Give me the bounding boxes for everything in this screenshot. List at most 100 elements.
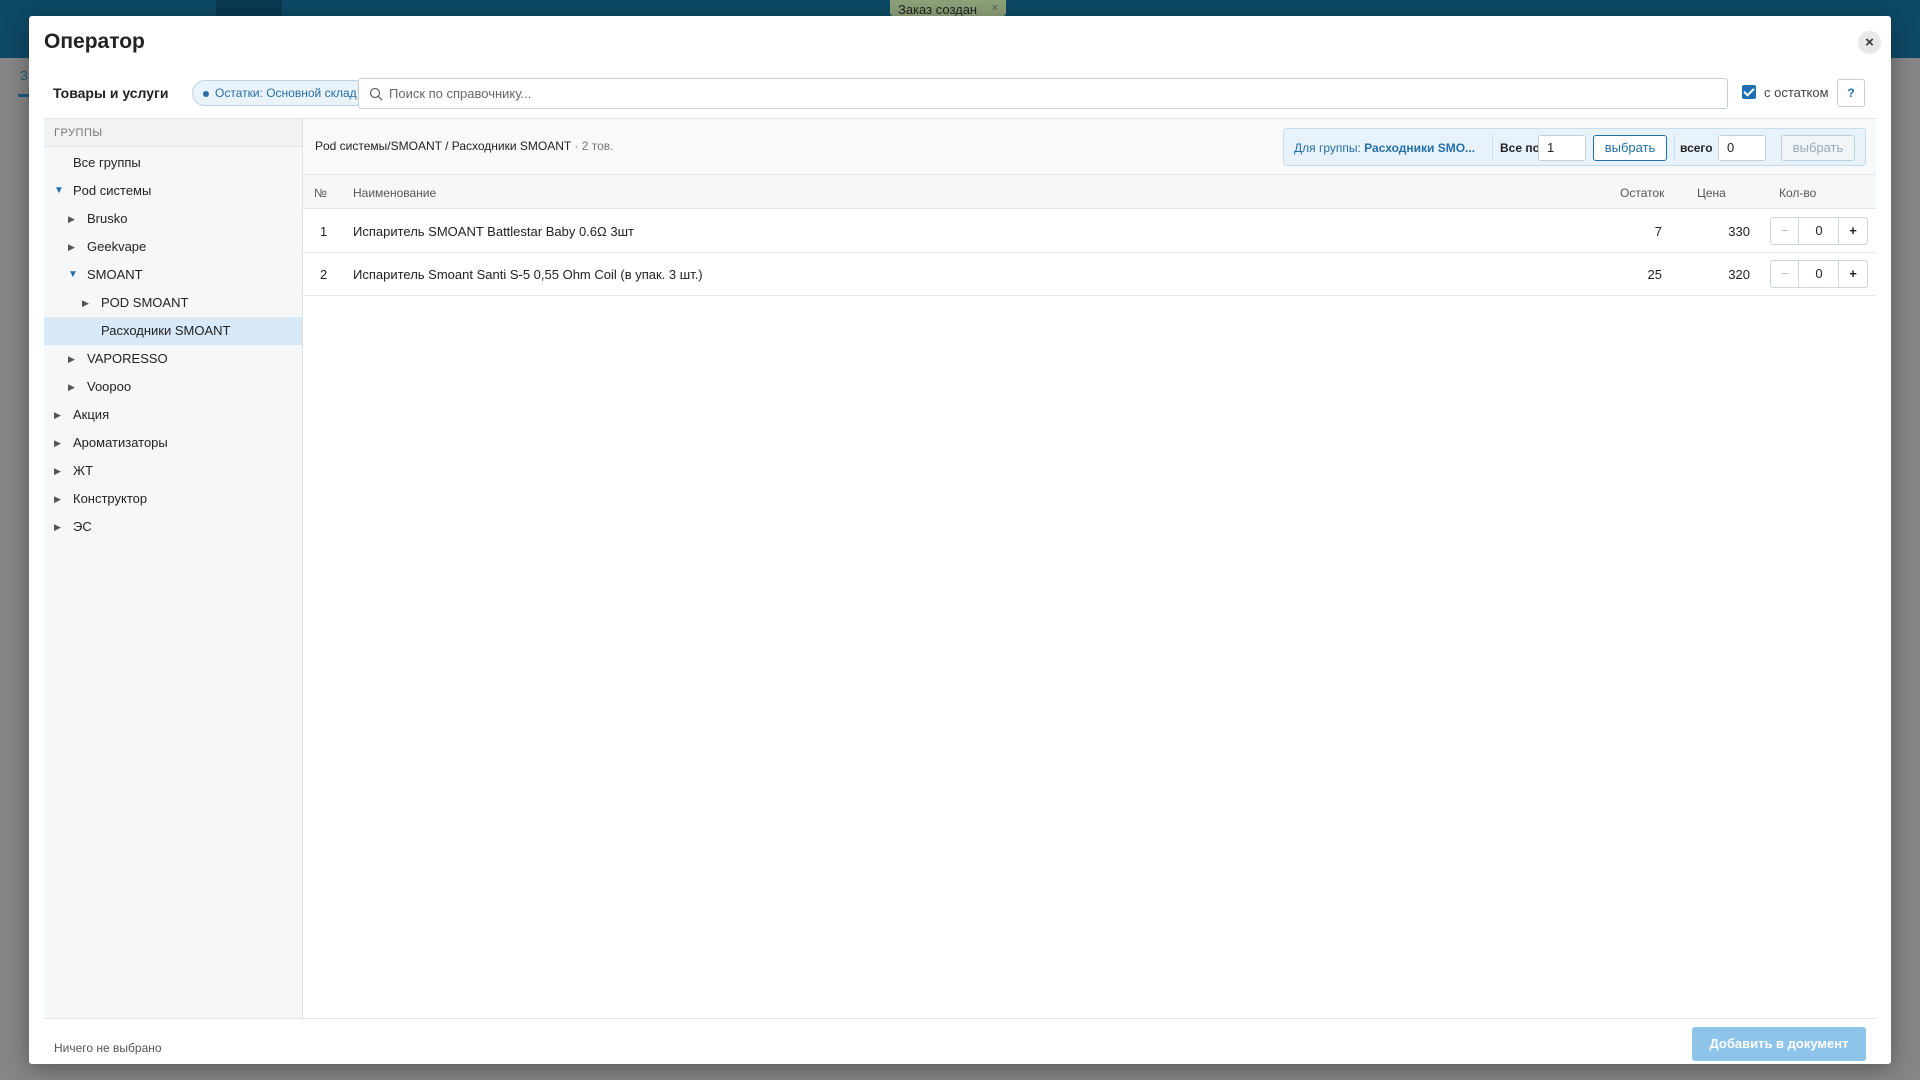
caret-right-icon[interactable]: ▶ <box>68 373 75 401</box>
sidebar-item[interactable]: ▶ VAPORESSO <box>44 345 302 373</box>
breadcrumb-path: Pod системы/SMOANT / Расходники SMOANT <box>315 139 572 153</box>
row-name: Испаритель Smoant Santi S-5 0,55 Ohm Coi… <box>353 267 703 282</box>
row-num: 2 <box>320 267 328 282</box>
row-price: 330 <box>1728 224 1750 239</box>
total-input[interactable]: 0 <box>1718 135 1766 161</box>
search-box[interactable] <box>358 78 1728 109</box>
dot-icon <box>203 91 209 97</box>
caret-down-icon[interactable]: ▼ <box>54 177 64 205</box>
help-button[interactable]: ? <box>1837 79 1865 107</box>
caret-right-icon[interactable]: ▶ <box>54 401 61 429</box>
with-stock-label[interactable]: с остатком <box>1764 85 1829 100</box>
caret-right-icon[interactable]: ▶ <box>54 429 61 457</box>
operator-modal: Оператор × Товары и услуги Остатки: Осно… <box>29 16 1891 1064</box>
caret-right-icon[interactable]: ▶ <box>68 205 75 233</box>
quantity-input[interactable]: 0 <box>1799 218 1839 244</box>
row-stock: 7 <box>1654 224 1662 239</box>
sidebar-item[interactable]: ▶ ЖТ <box>44 457 302 485</box>
sidebar-item[interactable]: ▶ ЭС <box>44 513 302 541</box>
background-tab <box>216 0 282 16</box>
divider <box>1492 135 1493 161</box>
table-row[interactable]: 1 Испаритель SMOANT Battlestar Baby 0.6Ω … <box>303 210 1876 253</box>
sidebar-item-label: ЭС <box>73 519 92 534</box>
col-stock[interactable]: Остаток <box>1620 186 1664 200</box>
row-price: 320 <box>1728 267 1750 282</box>
item-count: · 2 тов. <box>571 139 614 153</box>
sidebar-item[interactable]: ▼ Pod системы <box>44 177 302 205</box>
add-to-document-button[interactable]: Добавить в документ <box>1692 1027 1866 1061</box>
row-num: 1 <box>320 224 328 239</box>
col-num: № <box>314 186 327 200</box>
sidebar-item[interactable]: Все группы <box>44 149 302 177</box>
groups-sidebar: ГРУППЫ Все группы ▼ Pod системы ▶ Brusko ▶ Gee… <box>44 119 303 1019</box>
sidebar-item-label: Акция <box>73 407 110 422</box>
caret-right-icon[interactable]: ▶ <box>68 345 75 373</box>
group-action-panel: Для группы: Расходники SMO... Все по 1 в… <box>1283 128 1866 166</box>
background-side-text: З <box>20 68 28 83</box>
select-total-button[interactable]: выбрать <box>1781 135 1855 161</box>
plus-icon[interactable]: + <box>1838 218 1867 244</box>
col-name[interactable]: Наименование <box>353 186 436 200</box>
sidebar-item[interactable]: ▶ Ароматизаторы <box>44 429 302 457</box>
caret-right-icon[interactable]: ▶ <box>54 513 61 541</box>
breadcrumb-bar: Pod системы/SMOANT / Расходники SMOANT ·… <box>303 119 1876 175</box>
caret-right-icon[interactable]: ▶ <box>68 233 75 261</box>
sidebar-item-label: SMOANT <box>87 267 143 282</box>
sidebar-item-label: Pod системы <box>73 183 152 198</box>
caret-right-icon[interactable]: ▶ <box>82 289 89 317</box>
toast-close-icon[interactable]: × <box>992 2 998 14</box>
quantity-stepper: −0 + <box>1770 217 1868 245</box>
plus-icon[interactable]: + <box>1838 261 1867 287</box>
modal-title: Оператор <box>44 30 145 53</box>
row-stock: 25 <box>1647 267 1662 282</box>
sidebar-item-label: VAPORESSO <box>87 351 168 366</box>
groups-header: ГРУППЫ <box>44 119 302 147</box>
sidebar-item[interactable]: ▶ Конструктор <box>44 485 302 513</box>
caret-right-icon[interactable]: ▶ <box>54 485 61 513</box>
divider <box>1674 135 1675 161</box>
sidebar-item[interactable]: ▶ POD SMOANT <box>44 289 302 317</box>
sidebar-item-label: ЖТ <box>73 463 94 478</box>
select-all-by-button[interactable]: выбрать <box>1593 135 1667 161</box>
quantity-input[interactable]: 0 <box>1799 261 1839 287</box>
for-group-name: Расходники SMO... <box>1364 141 1476 155</box>
col-qty: Кол-во <box>1779 186 1817 200</box>
sidebar-item-label: Расходники SMOANT <box>101 323 231 338</box>
sidebar-item-label: Voopoo <box>87 379 132 394</box>
col-price[interactable]: Цена <box>1697 186 1726 200</box>
selection-status: Ничего не выбрано <box>54 1041 162 1055</box>
modal-footer: Ничего не выбрано Добавить в документ <box>44 1018 1876 1064</box>
sidebar-item-label: Geekvape <box>87 239 147 254</box>
sidebar-item-label: Brusko <box>87 211 128 226</box>
sidebar-item[interactable]: ▶ Brusko <box>44 205 302 233</box>
all-by-input[interactable]: 1 <box>1538 135 1586 161</box>
table-row[interactable]: 2 Испаритель Smoant Santi S-5 0,55 Ohm Co… <box>303 253 1876 296</box>
caret-down-icon[interactable]: ▼ <box>68 261 78 289</box>
minus-icon[interactable]: − <box>1771 261 1799 287</box>
for-group-label: Для группы: Расходники SMO... <box>1294 141 1490 155</box>
sidebar-item[interactable]: Расходники SMOANT <box>44 317 302 345</box>
caret-right-icon[interactable]: ▶ <box>54 457 61 485</box>
all-by-label: Все по <box>1500 141 1540 155</box>
search-input[interactable] <box>389 79 1719 108</box>
total-label: всего <box>1680 141 1713 155</box>
sidebar-item[interactable]: ▶ Акция <box>44 401 302 429</box>
sidebar-item[interactable]: ▶ Geekvape <box>44 233 302 261</box>
sidebar-item-label: Все группы <box>73 155 141 170</box>
stock-pill-label: Остатки: Основной склад <box>215 86 357 100</box>
toast-label: Заказ создан <box>898 2 978 17</box>
with-stock-checkbox[interactable] <box>1742 85 1756 99</box>
sidebar-item[interactable]: ▶ Voopoo <box>44 373 302 401</box>
items-panel: Pod системы/SMOANT / Расходники SMOANT ·… <box>303 119 1876 1019</box>
stock-warehouse-pill[interactable]: Остатки: Основной склад <box>192 80 368 106</box>
close-icon[interactable]: × <box>1858 31 1881 54</box>
sidebar-item-label: POD SMOANT <box>101 295 189 310</box>
quantity-stepper: −0 + <box>1770 260 1868 288</box>
main-area: ГРУППЫ Все группы ▼ Pod системы ▶ Brusko ▶ Gee… <box>44 118 1876 1019</box>
search-icon <box>369 87 383 101</box>
minus-icon[interactable]: − <box>1771 218 1799 244</box>
row-name: Испаритель SMOANT Battlestar Baby 0.6Ω 3… <box>353 224 634 239</box>
for-group-prefix: Для группы: <box>1294 141 1365 155</box>
toolbar: Товары и услуги Остатки: Основной склад … <box>44 76 1876 110</box>
sidebar-item[interactable]: ▼ SMOANT <box>44 261 302 289</box>
